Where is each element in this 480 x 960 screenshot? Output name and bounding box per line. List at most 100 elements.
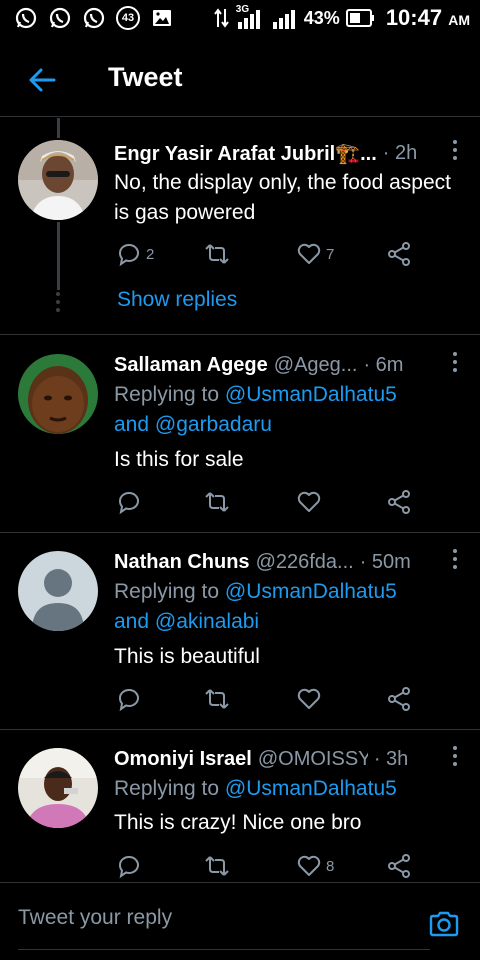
camera-button[interactable] bbox=[428, 908, 460, 940]
tweet-actions bbox=[116, 488, 436, 516]
share-button[interactable] bbox=[386, 240, 412, 268]
reply-placeholder: Tweet your reply bbox=[18, 906, 173, 929]
author-handle[interactable]: @Ageg... bbox=[274, 354, 358, 377]
replying-to: Replying to @UsmanDalhatu5 bbox=[114, 577, 460, 607]
retweet-icon bbox=[205, 856, 229, 876]
avatar[interactable] bbox=[18, 551, 98, 631]
reply-button[interactable] bbox=[116, 685, 142, 713]
reply-icon bbox=[118, 855, 139, 879]
retweet-button[interactable] bbox=[204, 685, 230, 713]
show-replies-link[interactable]: Show replies bbox=[117, 288, 237, 312]
and-label: and bbox=[114, 610, 150, 633]
tweet-header: Nathan Chuns @226fda... · 50m bbox=[114, 547, 480, 577]
replying-to-label: Replying to bbox=[114, 777, 220, 800]
divider bbox=[0, 334, 480, 335]
author-handle[interactable]: @226fda... bbox=[256, 551, 354, 574]
replying-to: and @akinalabi bbox=[114, 607, 460, 637]
heart-icon bbox=[297, 688, 321, 709]
tweet-actions: 2 7 bbox=[116, 240, 436, 268]
heart-icon bbox=[297, 855, 321, 876]
retweet-button[interactable] bbox=[204, 852, 230, 880]
like-count: 8 bbox=[326, 857, 335, 875]
thread-line bbox=[57, 118, 60, 138]
reply-icon bbox=[118, 688, 139, 712]
signal-icon: 3G bbox=[236, 4, 266, 30]
author-name[interactable]: Engr Yasir Arafat Jubril🏗️... bbox=[114, 141, 377, 166]
avatar[interactable] bbox=[18, 748, 98, 828]
avatar[interactable] bbox=[18, 354, 98, 434]
mention-link[interactable]: @UsmanDalhatu5 bbox=[225, 383, 397, 406]
reply-button[interactable] bbox=[116, 488, 142, 516]
timestamp: · 50m bbox=[359, 550, 411, 573]
whatsapp-icon bbox=[49, 7, 71, 29]
clock-ampm: AM bbox=[448, 12, 470, 28]
retweet-button[interactable] bbox=[204, 488, 230, 516]
like-button[interactable]: 7 bbox=[296, 240, 334, 268]
tweet-text: is gas powered bbox=[114, 201, 256, 224]
timestamp: · 3h bbox=[373, 747, 409, 770]
tweet-text: Is this for sale bbox=[114, 448, 244, 471]
timestamp: · 6m bbox=[363, 353, 404, 376]
share-button[interactable] bbox=[386, 852, 412, 880]
tweet-actions: 8 bbox=[116, 852, 436, 880]
reply-input[interactable]: Tweet your reply bbox=[18, 906, 430, 950]
divider bbox=[0, 729, 480, 730]
and-label: and bbox=[114, 413, 150, 436]
tweet-text: No, the display only, the food aspect bbox=[114, 171, 451, 194]
reply-button[interactable]: 2 bbox=[116, 240, 154, 268]
more-options-icon[interactable] bbox=[452, 140, 458, 160]
clock: 10:47 AM bbox=[386, 5, 470, 31]
tweet-header: Omoniyi Israel @OMOISSY · 3h bbox=[114, 744, 480, 774]
share-button[interactable] bbox=[386, 488, 412, 516]
more-options-icon[interactable] bbox=[452, 746, 458, 766]
tweet-text: This is beautiful bbox=[114, 645, 260, 668]
tweet-header: Sallaman Agege @Ageg... · 6m bbox=[114, 350, 480, 380]
tweet-card[interactable]: Omoniyi Israel @OMOISSY · 3h Replying to… bbox=[0, 744, 480, 884]
back-button[interactable] bbox=[26, 64, 58, 96]
divider bbox=[0, 532, 480, 533]
tweet-card[interactable]: Nathan Chuns @226fda... · 50m Replying t… bbox=[0, 547, 480, 727]
top-app-bar: Tweet bbox=[0, 48, 480, 112]
share-icon bbox=[388, 687, 410, 711]
reply-icon bbox=[118, 491, 139, 515]
retweet-icon bbox=[205, 689, 229, 709]
replying-to-label: Replying to bbox=[114, 383, 220, 406]
heart-icon bbox=[297, 243, 321, 264]
reply-button[interactable] bbox=[116, 852, 142, 880]
page-title: Tweet bbox=[108, 62, 183, 92]
mention-link[interactable]: @UsmanDalhatu5 bbox=[225, 580, 397, 603]
tweet-header: Engr Yasir Arafat Jubril🏗️... · 2h bbox=[114, 138, 480, 168]
heart-icon bbox=[297, 491, 321, 512]
reply-composer: Tweet your reply bbox=[0, 884, 480, 960]
like-button[interactable] bbox=[296, 685, 322, 713]
reply-count: 2 bbox=[146, 245, 155, 263]
author-handle[interactable]: @OMOISSY bbox=[258, 748, 368, 771]
mention-link[interactable]: @garbadaru bbox=[155, 413, 272, 436]
tweet-actions bbox=[116, 685, 436, 713]
retweet-icon bbox=[205, 492, 229, 512]
author-name[interactable]: Nathan Chuns bbox=[114, 551, 250, 574]
notification-count-icon: 43 bbox=[116, 6, 140, 30]
reply-icon bbox=[118, 243, 139, 267]
retweet-button[interactable] bbox=[204, 240, 230, 268]
author-name[interactable]: Omoniyi Israel bbox=[114, 748, 252, 771]
tweet-card[interactable]: Engr Yasir Arafat Jubril🏗️... · 2h No, t… bbox=[0, 138, 480, 334]
share-button[interactable] bbox=[386, 685, 412, 713]
avatar[interactable] bbox=[18, 140, 98, 220]
replying-to: and @garbadaru bbox=[114, 410, 460, 440]
tweet-card[interactable]: Sallaman Agege @Ageg... · 6m Replying to… bbox=[0, 350, 480, 530]
like-button[interactable]: 8 bbox=[296, 852, 334, 880]
tweet-text: This is crazy! Nice one bro bbox=[114, 811, 362, 834]
whatsapp-icon bbox=[15, 7, 37, 29]
divider bbox=[0, 882, 480, 883]
mention-link[interactable]: @akinalabi bbox=[155, 610, 259, 633]
back-arrow-icon bbox=[29, 68, 56, 92]
battery-icon bbox=[345, 9, 374, 27]
author-name[interactable]: Sallaman Agege bbox=[114, 354, 268, 377]
signal-icon bbox=[272, 10, 295, 29]
mention-link[interactable]: @UsmanDalhatu5 bbox=[225, 777, 397, 800]
more-options-icon[interactable] bbox=[452, 352, 458, 372]
like-button[interactable] bbox=[296, 488, 322, 516]
data-arrows-icon bbox=[213, 8, 229, 28]
more-options-icon[interactable] bbox=[452, 549, 458, 569]
